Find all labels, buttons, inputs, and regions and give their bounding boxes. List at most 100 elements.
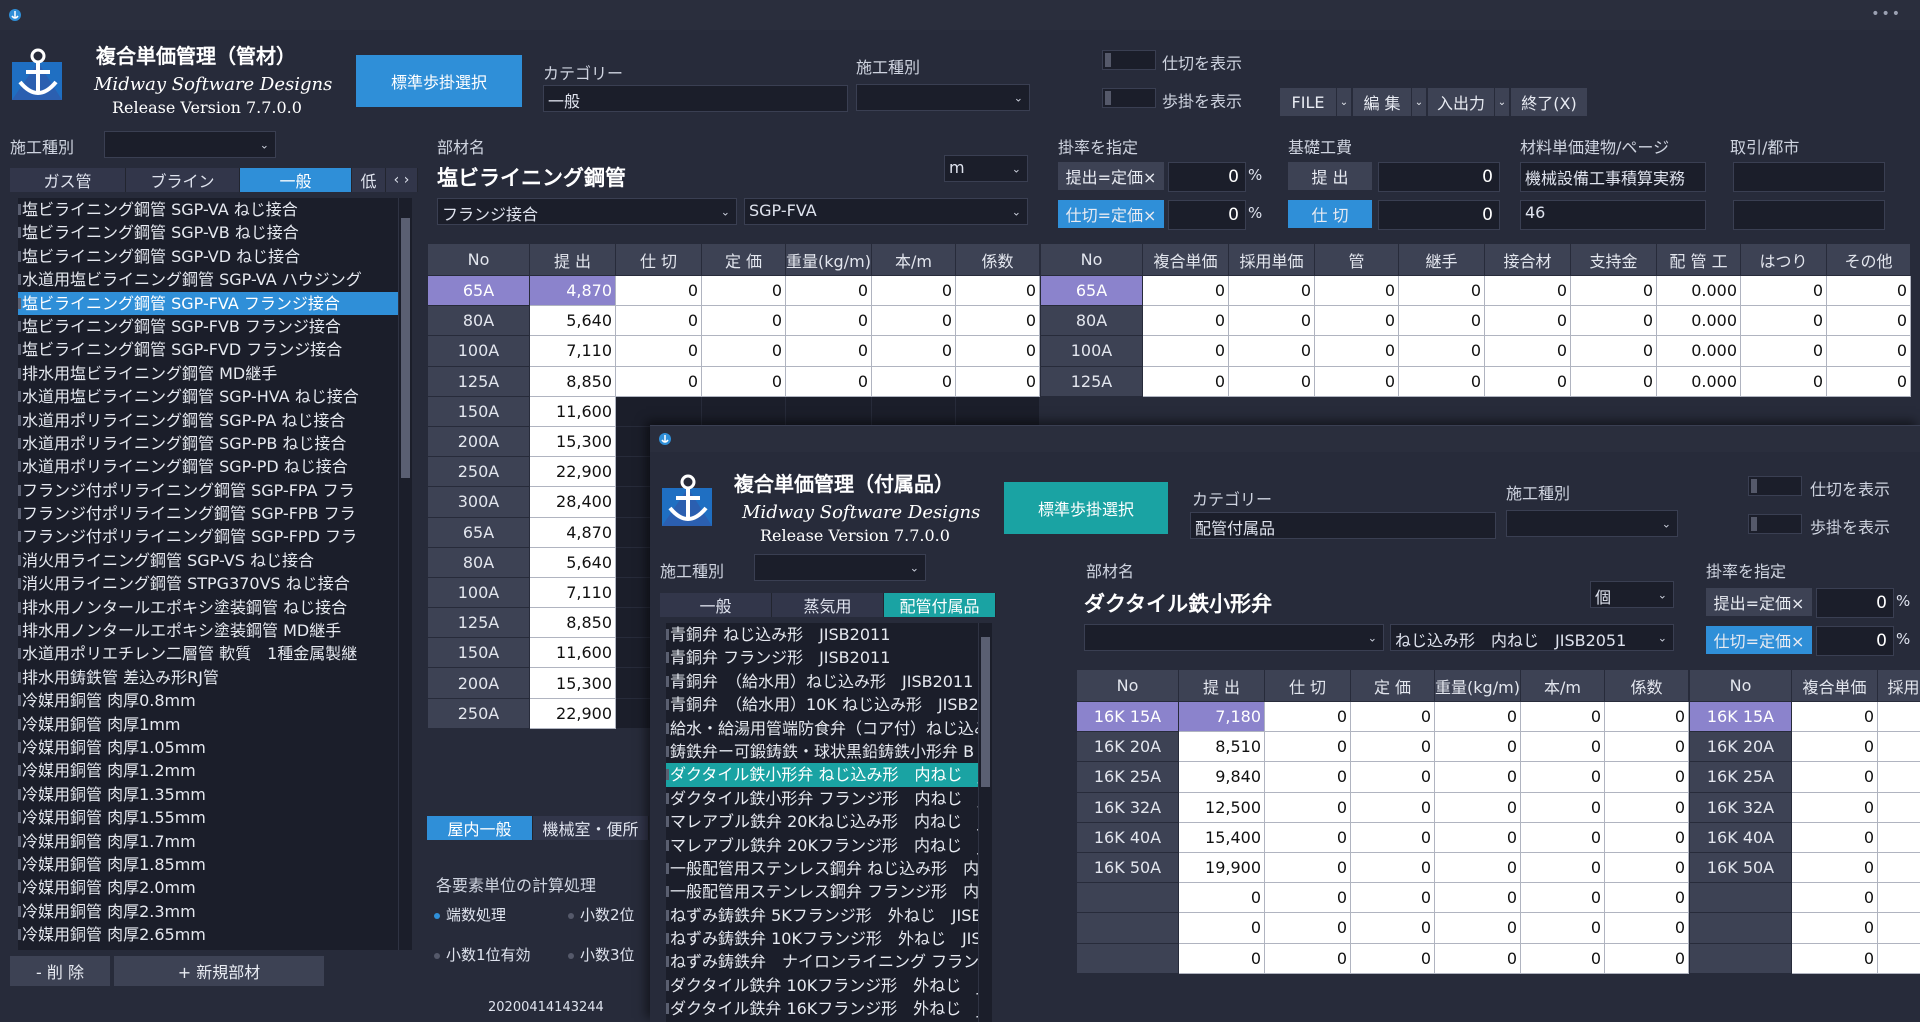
row-header[interactable]: 65A [427, 274, 530, 307]
data-cell[interactable]: 0 [1350, 791, 1435, 823]
scrollbar-thumb[interactable] [981, 637, 990, 787]
data-cell[interactable]: 0 [1520, 851, 1605, 884]
data-cell[interactable]: 0 [1604, 851, 1689, 884]
data-cell[interactable]: 0 [615, 305, 702, 337]
data-cell[interactable]: 0 [1520, 700, 1605, 733]
data-cell[interactable] [1877, 942, 1920, 974]
data-cell[interactable]: 0 [1264, 851, 1351, 884]
list-item[interactable]: 青銅弁 （給水用）10K ねじ込み形 JISB2011 [666, 693, 978, 716]
list-item[interactable]: ねずみ鋳鉄弁 5Kフランジ形 外ねじ JISB203 [666, 904, 978, 927]
tab-brine[interactable]: ブライン [126, 168, 240, 192]
row-header[interactable]: 125A [427, 607, 530, 639]
teishutsu-cell[interactable]: 11,600 [529, 395, 616, 427]
data-cell[interactable]: 0 [1520, 821, 1605, 853]
row-header[interactable]: 16K 20A [1076, 731, 1179, 763]
data-cell[interactable]: 0 [1398, 305, 1485, 337]
data-cell[interactable]: 0 [1434, 791, 1521, 823]
material-list-scrollbar[interactable] [398, 198, 412, 950]
data-cell[interactable]: 0 [1604, 761, 1689, 793]
category-field[interactable]: 一般 [543, 85, 848, 112]
source-page-field[interactable]: 46 [1520, 200, 1706, 230]
data-cell[interactable]: 0 [1264, 700, 1351, 733]
list-item[interactable]: ダクタイル鉄弁 10Kフランジ形 外ねじ JISB [666, 974, 978, 997]
data-cell[interactable]: 0 [955, 274, 1040, 307]
data-cell[interactable]: 0 [1791, 700, 1878, 733]
data-cell[interactable]: 0 [1434, 882, 1521, 914]
data-cell[interactable]: 0 [1520, 942, 1605, 974]
data-cell[interactable]: 0 [955, 365, 1040, 397]
data-cell[interactable]: 0 [1434, 700, 1521, 733]
data-cell[interactable]: 0 [1314, 274, 1399, 307]
kiso-teishutsu-button[interactable]: 提 出 [1288, 162, 1372, 190]
data-cell[interactable] [1877, 700, 1920, 733]
data-cell[interactable]: 0 [1520, 882, 1605, 914]
data-cell[interactable]: 0 [1142, 274, 1229, 307]
radio-decimal-2[interactable]: 小数2位 [568, 904, 635, 925]
list-item[interactable]: 冷媒用銅管 肉厚1.7mm [18, 830, 398, 853]
tab-general[interactable]: 一般 [660, 593, 772, 617]
data-cell[interactable]: 0 [1791, 761, 1878, 793]
row-header[interactable]: 150A [427, 637, 530, 669]
list-item[interactable]: 塩ビライニング鋼管 SGP-FVA フランジ接合 [18, 291, 398, 315]
teishutsu-cell[interactable]: 7,110 [529, 576, 616, 609]
source-book-field[interactable]: 機械設備工事積算実務 [1520, 162, 1706, 192]
list-item[interactable]: 消火用ライニング鋼管 STPG370VS ねじ接合 [18, 572, 398, 595]
data-cell[interactable]: 0 [701, 274, 786, 307]
data-cell[interactable]: 0 [785, 335, 872, 367]
data-cell[interactable]: 0 [1314, 365, 1399, 397]
list-item[interactable]: 冷媒用銅管 肉厚1.35mm [18, 783, 398, 806]
data-cell[interactable]: 0 [615, 335, 702, 367]
data-cell[interactable] [955, 395, 1040, 427]
kiso-teishutsu-input[interactable]: 0 [1378, 162, 1500, 192]
unit-select[interactable]: m ⌄ [944, 155, 1028, 182]
data-cell[interactable]: 0 [1314, 335, 1399, 367]
data-cell[interactable]: 0 [1264, 791, 1351, 823]
show-shikiri-toggle[interactable] [1748, 476, 1802, 496]
data-cell[interactable]: 0 [1520, 761, 1605, 793]
data-cell[interactable]: 0 [1791, 851, 1878, 884]
data-cell[interactable] [785, 395, 872, 427]
show-bugake-toggle[interactable] [1102, 88, 1156, 108]
show-shikiri-toggle[interactable] [1102, 50, 1156, 70]
data-cell[interactable]: 0 [1604, 912, 1689, 944]
data-cell[interactable]: 0 [1740, 335, 1827, 367]
list-item[interactable]: フランジ付ポリライニング鋼管 SGP-FPA フラ [18, 479, 398, 502]
data-cell[interactable]: 0 [1520, 912, 1605, 944]
data-cell[interactable]: 0 [1264, 942, 1351, 974]
kiso-shikiri-button[interactable]: 仕 切 [1288, 200, 1372, 228]
standard-bugake-button[interactable]: 標準歩掛選択 [356, 55, 522, 107]
shikiri-rate-input[interactable]: 0 [1816, 626, 1894, 656]
list-item[interactable]: マレアブル鉄弁 20Kねじ込み形 内ねじ JISB [666, 810, 978, 833]
list-item[interactable]: 冷媒用銅管 肉厚1.05mm [18, 736, 398, 759]
teishutsu-cell[interactable]: 22,900 [529, 697, 616, 729]
row-header[interactable]: 150A [427, 395, 530, 427]
tab-steam[interactable]: 蒸気用 [772, 593, 884, 617]
teishutsu-cell[interactable]: 5,640 [529, 305, 616, 337]
shikiri-rate-button[interactable]: 仕切=定価× [1058, 200, 1164, 228]
data-cell[interactable]: 0 [1350, 700, 1435, 733]
teishutsu-cell[interactable]: 0 [1178, 912, 1265, 944]
list-item[interactable]: 冷媒用銅管 肉厚2.3mm [18, 900, 398, 923]
list-item[interactable]: 水道用塩ビライニング鋼管 SGP-HVA ねじ接合 [18, 385, 398, 408]
tab-pipe-accessory[interactable]: 配管付属品 [884, 593, 996, 617]
menu-file[interactable]: FILE [1280, 88, 1336, 116]
teishutsu-cell[interactable]: 22,900 [529, 456, 616, 488]
data-cell[interactable] [871, 395, 956, 427]
data-cell[interactable]: 0 [1604, 882, 1689, 914]
tab-machine-room[interactable]: 機械室・便所 [533, 816, 649, 840]
teishutsu-cell[interactable]: 9,840 [1178, 761, 1265, 793]
teishutsu-cell[interactable]: 28,400 [529, 486, 616, 518]
data-cell[interactable]: 0 [871, 274, 956, 307]
data-cell[interactable]: 0 [1791, 912, 1878, 944]
joint-select[interactable]: ⌄ [1084, 624, 1384, 651]
teishutsu-cell[interactable]: 8,850 [529, 607, 616, 639]
list-item[interactable]: 排水用ノンタールエポキシ塗装鋼管 MD継手 [18, 619, 398, 642]
row-header[interactable]: 16K 32A [1689, 791, 1792, 823]
data-cell[interactable]: 0 [1142, 305, 1229, 337]
data-cell[interactable] [1877, 912, 1920, 944]
list-item[interactable]: ダクタイル鉄小形弁 ねじ込み形 内ねじ JISB [666, 763, 978, 787]
row-header[interactable]: 250A [427, 697, 530, 729]
data-cell[interactable]: 0 [1520, 791, 1605, 823]
list-item[interactable]: 排水用塩ビライニング鋼管 MD継手 [18, 362, 398, 385]
data-cell[interactable]: 0 [1264, 731, 1351, 763]
